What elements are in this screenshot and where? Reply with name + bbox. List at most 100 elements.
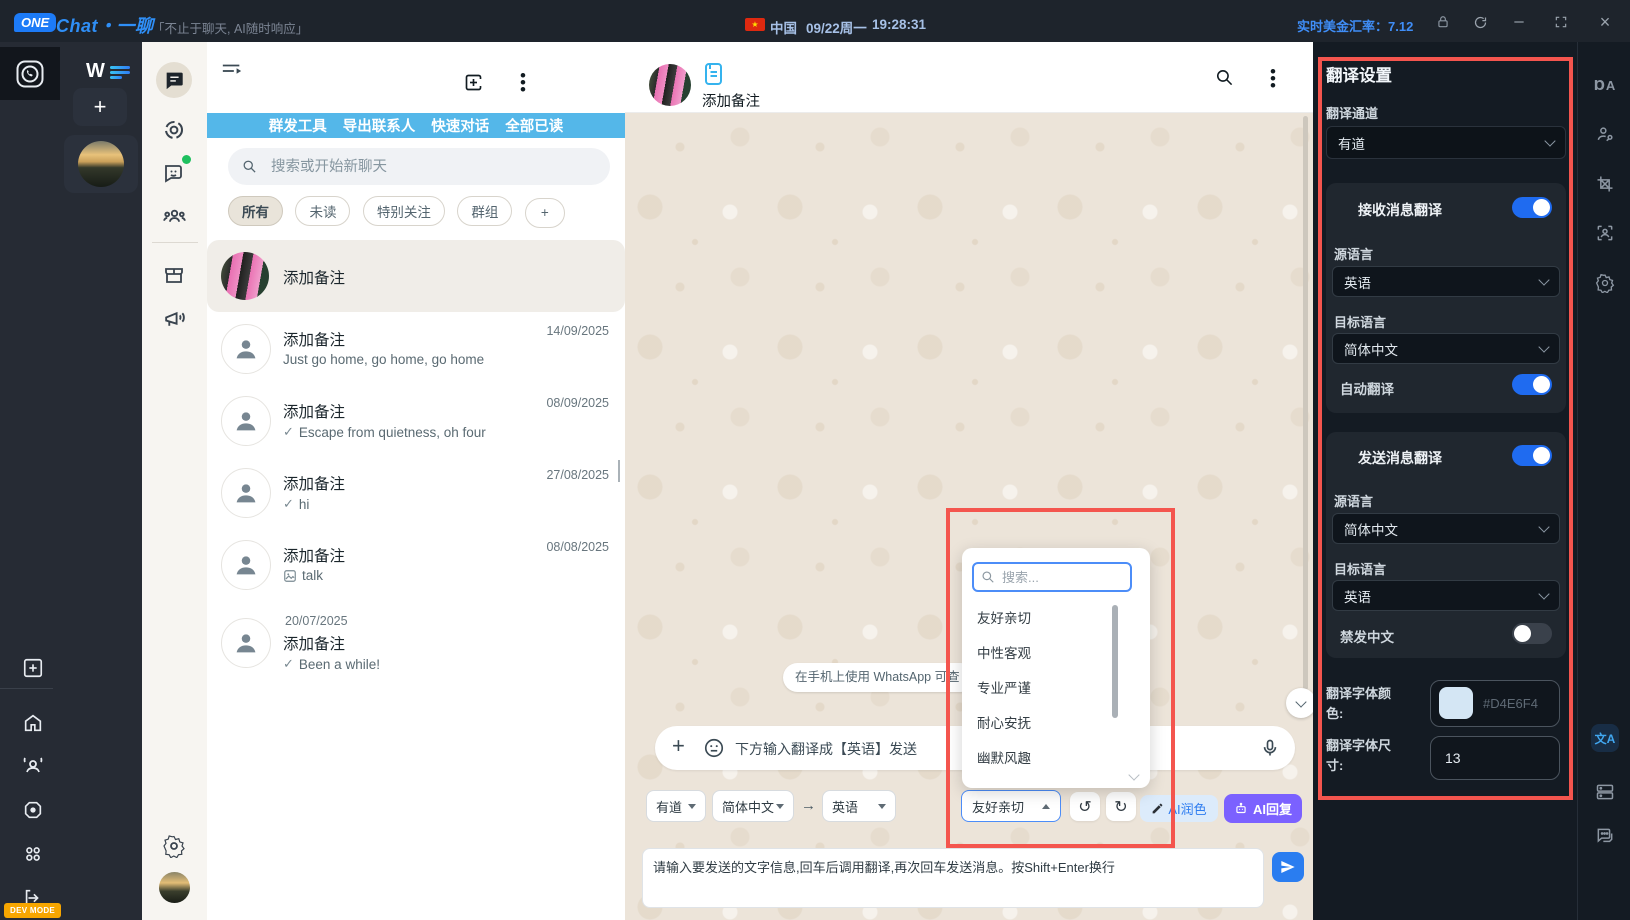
contact-sync-icon[interactable] [1591, 120, 1619, 148]
tone-value: 友好亲切 [972, 799, 1025, 815]
mic-icon[interactable] [1260, 737, 1280, 759]
channel-select[interactable]: 有道 [1326, 126, 1566, 159]
chat-preview: talk [283, 568, 323, 583]
send-source-value: 简体中文 [1344, 522, 1398, 538]
filter-groups[interactable]: 群组 [457, 196, 513, 226]
send-target-select[interactable]: 英语 [1332, 580, 1560, 611]
filter-favorites[interactable]: 特别关注 [362, 196, 445, 226]
attach-plus-icon[interactable]: + [672, 733, 685, 759]
wl-logo-bars-icon [110, 64, 130, 81]
whatsapp-app-tab[interactable] [0, 47, 60, 100]
screenshot-crop-icon[interactable] [1591, 170, 1619, 198]
chat-menu-icon[interactable]: • • • [1270, 63, 1276, 94]
chat-row[interactable]: 08/09/2025 添加备注 ✓ Escape from quietness, … [207, 384, 625, 456]
ai-polish-button[interactable]: AI润色 [1140, 795, 1218, 822]
chat-row[interactable]: 27/08/2025 添加备注 ✓ hi [207, 456, 625, 528]
chat-multi-icon[interactable] [1591, 822, 1619, 850]
add-account-button[interactable]: + [73, 88, 127, 126]
account-avatar-card[interactable] [64, 135, 138, 193]
banner-export-contacts[interactable]: 导出联系人 [343, 115, 416, 136]
profile-avatar[interactable] [159, 872, 190, 903]
compose-textarea[interactable] [642, 848, 1264, 908]
source-lang-select[interactable]: 简体中文 [712, 790, 794, 822]
tone-option[interactable]: 专业严谨 [977, 677, 1031, 701]
chat-preview: Just go home, go home, go home [283, 352, 485, 367]
chat-search[interactable] [228, 148, 610, 185]
tone-option[interactable]: 中性客观 [977, 642, 1031, 666]
record-icon[interactable] [17, 794, 49, 826]
message-input[interactable]: 下方输入翻译成【英语】发送 [735, 739, 917, 759]
ai-reply-button[interactable]: AI回复 [1224, 794, 1302, 823]
tone-search-input[interactable] [1000, 568, 1114, 586]
face-scan-icon[interactable] [1591, 219, 1619, 247]
chat-search-input[interactable] [269, 157, 573, 176]
receive-source-select[interactable]: 英语 [1332, 266, 1560, 297]
chat-search-icon[interactable] [1215, 68, 1234, 87]
chat-scrollbar[interactable] [1303, 116, 1308, 690]
chat-row[interactable]: 08/08/2025 添加备注 talk [207, 528, 625, 600]
gear-icon[interactable] [1591, 269, 1619, 297]
scroll-to-bottom-button[interactable] [1286, 688, 1316, 718]
maximize-button[interactable] [1551, 12, 1571, 32]
nav-rail [142, 42, 208, 920]
dropdown-scrollbar[interactable] [1112, 605, 1118, 718]
auto-translate-toggle[interactable] [1512, 374, 1552, 395]
chat-header-avatar[interactable] [649, 64, 691, 106]
close-button[interactable]: × [1595, 12, 1615, 32]
undo-button[interactable]: ↺ [1070, 792, 1100, 821]
minimize-button[interactable] [1509, 12, 1529, 32]
banner-mark-all-read[interactable]: 全部已读 [505, 115, 563, 136]
chat-row[interactable]: 20/07/2025 添加备注 ✓ Been a while! [207, 600, 625, 672]
font-size-field[interactable]: 13 [1430, 736, 1560, 780]
tab-communities[interactable] [156, 198, 192, 234]
font-color-field[interactable]: #D4E6F4 [1430, 680, 1560, 727]
refresh-icon[interactable] [1470, 12, 1490, 32]
auto-translate-label: 自动翻译 [1340, 382, 1394, 397]
send-button[interactable] [1272, 852, 1304, 882]
translate-settings-panel: 翻译设置 翻译通道 有道 接收消息翻译 源语言 英语 目标语言 简体中文 自动翻… [1313, 42, 1630, 920]
filter-all[interactable]: 所有 [228, 196, 283, 226]
receive-toggle[interactable] [1512, 197, 1552, 218]
chat-row[interactable]: 添加备注 [207, 240, 625, 312]
settings-gear[interactable] [156, 828, 192, 864]
tone-option[interactable]: 友好亲切 [977, 607, 1031, 631]
tone-select[interactable]: 友好亲切 [961, 790, 1061, 822]
new-window-icon[interactable] [17, 652, 49, 684]
filter-add[interactable]: + [524, 197, 565, 228]
tone-option[interactable]: 幽默风趣 [977, 747, 1031, 771]
communities-icon [162, 209, 186, 222]
banner-bulk-tool[interactable]: 群发工具 [269, 115, 327, 136]
server-icon[interactable] [1591, 778, 1619, 806]
tab-broadcast[interactable] [156, 300, 192, 336]
chat-list-menu-icon[interactable]: • • • [520, 67, 526, 98]
chat-date: 08/08/2025 [546, 540, 609, 554]
tone-option[interactable]: 耐心安抚 [977, 712, 1031, 736]
tab-chats[interactable] [156, 62, 192, 98]
banner-quick-chat[interactable]: 快速对话 [431, 115, 489, 136]
receive-target-select[interactable]: 简体中文 [1332, 333, 1560, 364]
filter-unread[interactable]: 未读 [295, 196, 351, 226]
lock-icon[interactable] [1433, 12, 1453, 32]
emoji-icon[interactable] [703, 737, 725, 759]
chat-contact-name[interactable]: 添加备注 [702, 90, 760, 111]
apps-grid-icon[interactable] [17, 838, 49, 870]
send-source-select[interactable]: 简体中文 [1332, 513, 1560, 544]
color-swatch[interactable] [1439, 687, 1473, 719]
tab-store[interactable] [156, 257, 192, 293]
redo-button[interactable]: ↻ [1106, 792, 1136, 821]
ban-chinese-toggle[interactable] [1512, 623, 1552, 644]
note-icon[interactable] [702, 62, 724, 86]
engine-select[interactable]: 有道 [646, 790, 706, 822]
translate-icon[interactable]: 文A [1591, 724, 1619, 752]
collapse-list-icon[interactable] [221, 62, 243, 80]
tone-search[interactable] [972, 562, 1132, 592]
tab-status[interactable] [156, 112, 192, 148]
tab-channels[interactable] [156, 155, 192, 191]
qa-icon[interactable]: ⱰA [1591, 72, 1619, 100]
home-icon[interactable] [17, 707, 49, 739]
chat-row[interactable]: 14/09/2025 添加备注 Just go home, go home, g… [207, 312, 625, 384]
new-chat-icon[interactable] [463, 72, 484, 93]
send-toggle[interactable] [1512, 445, 1552, 466]
target-lang-select[interactable]: 英语 [822, 790, 896, 822]
team-icon[interactable] [17, 750, 49, 782]
